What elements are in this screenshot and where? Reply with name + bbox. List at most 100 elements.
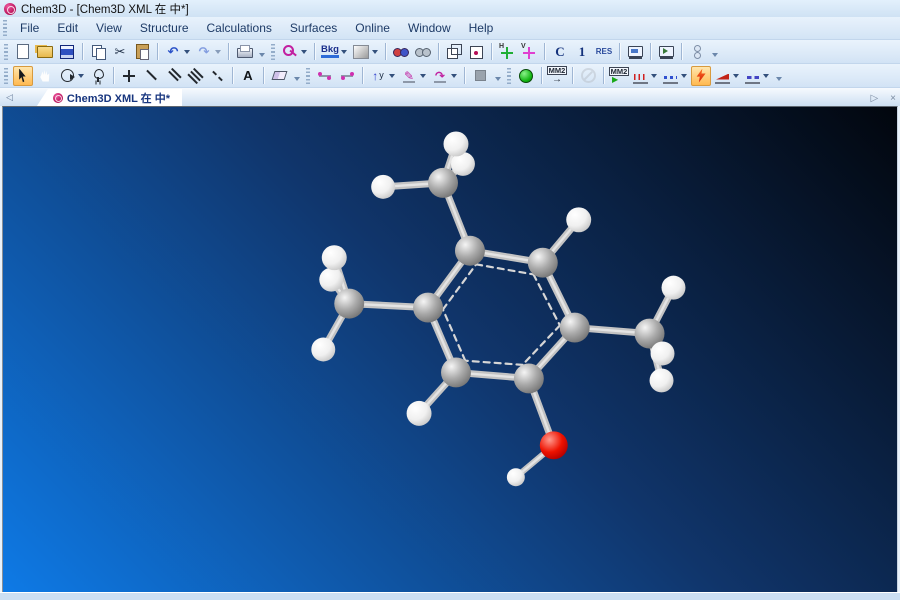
- modelbox-button[interactable]: [466, 42, 486, 62]
- box3d-button[interactable]: [444, 42, 464, 62]
- redo-button[interactable]: ↷: [194, 42, 223, 62]
- menu-grip-handle[interactable]: [3, 20, 7, 36]
- dropdown-caret-icon[interactable]: [651, 73, 657, 78]
- menu-online[interactable]: Online: [346, 18, 399, 38]
- dropdown-caret-icon[interactable]: [301, 49, 307, 54]
- lightning-button[interactable]: [691, 65, 711, 86]
- save-button[interactable]: [57, 42, 77, 62]
- atom-O[interactable]: [539, 431, 568, 460]
- atom-C6[interactable]: [413, 292, 444, 323]
- mm2run-button[interactable]: → MM2: [546, 65, 568, 86]
- bond3-button[interactable]: [185, 66, 205, 86]
- toolbar-grip-handle[interactable]: [4, 67, 8, 84]
- texta-button[interactable]: A: [238, 66, 258, 86]
- menu-edit[interactable]: Edit: [48, 18, 87, 38]
- model-canvas[interactable]: [2, 106, 898, 592]
- dots8-button[interactable]: [687, 42, 707, 62]
- monitor1-button[interactable]: [625, 42, 645, 62]
- glasses3d-button[interactable]: [391, 42, 411, 62]
- rulerwedge-button[interactable]: [713, 66, 741, 86]
- atom-H2[interactable]: [566, 207, 592, 233]
- anglearc-button[interactable]: ↷: [430, 66, 459, 86]
- rotbond2-button[interactable]: [337, 66, 357, 86]
- glassesgray-button[interactable]: [413, 42, 433, 62]
- dropdown-caret-icon[interactable]: [763, 73, 769, 78]
- atom-H5[interactable]: [406, 400, 432, 426]
- toolbar-grip-handle[interactable]: [271, 43, 275, 60]
- spin-button[interactable]: [88, 66, 108, 86]
- rulerdash-button[interactable]: [743, 66, 771, 86]
- toolbar-overflow-button[interactable]: [710, 43, 719, 61]
- res-button[interactable]: RES: [594, 42, 614, 62]
- hand-button[interactable]: [35, 66, 55, 86]
- toolbar-grip-handle[interactable]: [306, 67, 310, 84]
- toolbar-overflow-button[interactable]: [774, 67, 783, 85]
- dropdown-caret-icon[interactable]: [681, 73, 687, 78]
- rulerred-button[interactable]: [631, 66, 659, 86]
- elemc-button[interactable]: C: [550, 42, 570, 62]
- mm2play-button[interactable]: ▶ MM2: [608, 66, 630, 86]
- atom-C2[interactable]: [527, 247, 558, 278]
- bkg-button[interactable]: Bkg: [320, 42, 349, 62]
- cut-button[interactable]: ✂: [110, 42, 130, 62]
- atom-H7a[interactable]: [443, 131, 469, 157]
- atom-HO[interactable]: [506, 468, 525, 487]
- menu-calculations[interactable]: Calculations: [198, 18, 281, 38]
- atom-H8b[interactable]: [650, 341, 675, 366]
- crossv-button[interactable]: V: [519, 42, 539, 62]
- atom-C7[interactable]: [428, 167, 458, 198]
- bond2-button[interactable]: [163, 66, 183, 86]
- dropdown-caret-icon[interactable]: [184, 49, 190, 54]
- atom-C3[interactable]: [559, 312, 590, 343]
- atom-H9c[interactable]: [311, 337, 336, 362]
- dropdown-caret-icon[interactable]: [215, 49, 221, 54]
- dropdown-caret-icon[interactable]: [78, 73, 84, 78]
- rotbond1-button[interactable]: [315, 66, 335, 86]
- swatch-button[interactable]: [351, 42, 380, 62]
- menu-file[interactable]: File: [11, 18, 48, 38]
- atom-H8c[interactable]: [649, 368, 674, 393]
- dropdown-caret-icon[interactable]: [341, 49, 347, 54]
- bonddash-button[interactable]: [207, 66, 227, 86]
- dropdown-caret-icon[interactable]: [389, 73, 395, 78]
- atom-C1[interactable]: [454, 235, 485, 266]
- orbit-button[interactable]: [57, 66, 86, 86]
- menu-surfaces[interactable]: Surfaces: [281, 18, 346, 38]
- atom-C9[interactable]: [334, 288, 365, 319]
- atom-C4[interactable]: [513, 363, 544, 394]
- dropdown-caret-icon[interactable]: [451, 73, 457, 78]
- tab-close-icon[interactable]: ×: [890, 93, 896, 104]
- monitor2-button[interactable]: [656, 42, 676, 62]
- menu-structure[interactable]: Structure: [131, 18, 198, 38]
- tab-chem3d-xml[interactable]: Chem3D XML 在 中*: [36, 89, 183, 106]
- atom-H7c[interactable]: [371, 174, 396, 199]
- toolbar-grip-handle[interactable]: [507, 67, 511, 84]
- undo-button[interactable]: ↶: [163, 42, 192, 62]
- paste-button[interactable]: [132, 42, 152, 62]
- menu-help[interactable]: Help: [460, 18, 503, 38]
- tab-scroll-right-icon[interactable]: ▷: [870, 93, 878, 104]
- move4-button[interactable]: [119, 66, 139, 86]
- atom-H9a[interactable]: [321, 245, 347, 271]
- stop-button[interactable]: [470, 66, 490, 86]
- select-button[interactable]: [13, 65, 33, 86]
- rulerblue-button[interactable]: [661, 66, 689, 86]
- new-button[interactable]: [13, 42, 33, 62]
- toolbar-overflow-button[interactable]: [292, 67, 301, 85]
- atom-H9b[interactable]: [319, 267, 344, 292]
- crossh-button[interactable]: H: [497, 42, 517, 62]
- menu-view[interactable]: View: [87, 18, 131, 38]
- dropdown-caret-icon[interactable]: [420, 73, 426, 78]
- toolbar-grip-handle[interactable]: [4, 43, 8, 60]
- key-button[interactable]: [280, 42, 309, 62]
- dropdown-caret-icon[interactable]: [372, 49, 378, 54]
- atom-H8a[interactable]: [661, 275, 686, 300]
- tab-scroll-left-icon[interactable]: ◁: [0, 92, 19, 106]
- menu-window[interactable]: Window: [399, 18, 460, 38]
- atom-C5[interactable]: [441, 357, 471, 388]
- open-button[interactable]: [35, 42, 55, 62]
- print-button[interactable]: [234, 42, 254, 62]
- yaxis-button[interactable]: ↑ y: [368, 66, 397, 86]
- bond1-button[interactable]: [141, 66, 161, 86]
- eraser-button[interactable]: [269, 66, 289, 86]
